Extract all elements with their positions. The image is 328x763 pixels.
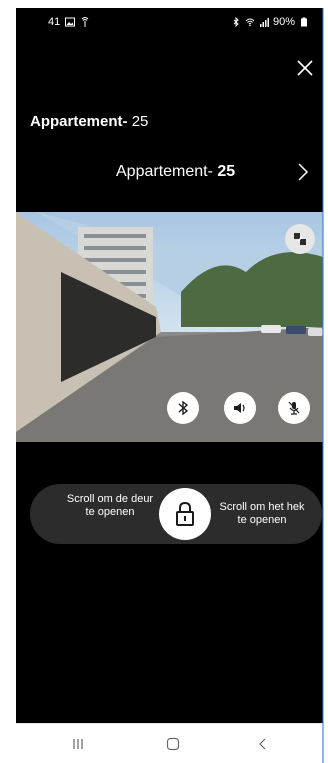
wifi-icon [245,18,255,27]
door-name: Appartement- [116,163,213,180]
slider-left-label: Scroll om de deur te openen [66,493,154,518]
expand-button[interactable] [285,224,315,254]
parked-car [261,325,281,333]
parked-car [286,326,306,334]
door-selector[interactable]: Appartement- 25 [116,163,235,181]
volume-icon [234,403,245,413]
page-title-number: 25 [131,113,149,130]
bluetooth-icon [178,400,189,416]
bluetooth-button[interactable] [167,392,199,424]
image-icon [65,17,76,27]
door-number: 25 [217,163,236,180]
volume-button[interactable] [224,392,256,424]
back-button[interactable] [251,734,275,754]
battery-icon [301,17,307,27]
unlock-slider[interactable]: Scroll om de deur te openen Scroll om he… [30,484,322,544]
page-title-name: Appartement- [30,113,128,130]
close-icon [297,60,313,76]
recent-apps-button[interactable] [66,734,90,754]
system-nav-bar [16,723,323,763]
antenna-icon [81,17,89,27]
chevron-right-icon[interactable] [295,162,311,182]
close-button[interactable] [295,58,315,78]
unlock-knob[interactable] [159,488,211,540]
battery-percent: 90% [272,16,295,28]
screen-frame: 41 90% Appartement- 25 Appartement- 25 S… [0,0,328,763]
mic-off-icon [288,401,300,415]
parked-car [308,328,323,336]
back-icon [259,738,266,750]
page-title: Appartement- 25 [30,113,148,130]
home-icon [166,737,180,751]
status-time: 41 [48,16,61,28]
status-left: 41 [48,16,90,28]
lock-icon [176,501,194,526]
slider-right-label: Scroll om het hek te openen [219,501,305,526]
recent-apps-icon [73,739,83,749]
home-button[interactable] [161,734,185,754]
bluetooth-status-icon [233,17,239,27]
app-screen: 41 90% Appartement- 25 Appartement- 25 S… [16,8,323,763]
mute-button[interactable] [278,392,310,424]
frame-edge [322,8,324,763]
expand-icon [294,233,306,245]
status-bar: 41 90% [16,8,323,34]
status-right: 90% [231,16,309,28]
signal-icon [259,18,269,27]
camera-feed [16,212,323,442]
